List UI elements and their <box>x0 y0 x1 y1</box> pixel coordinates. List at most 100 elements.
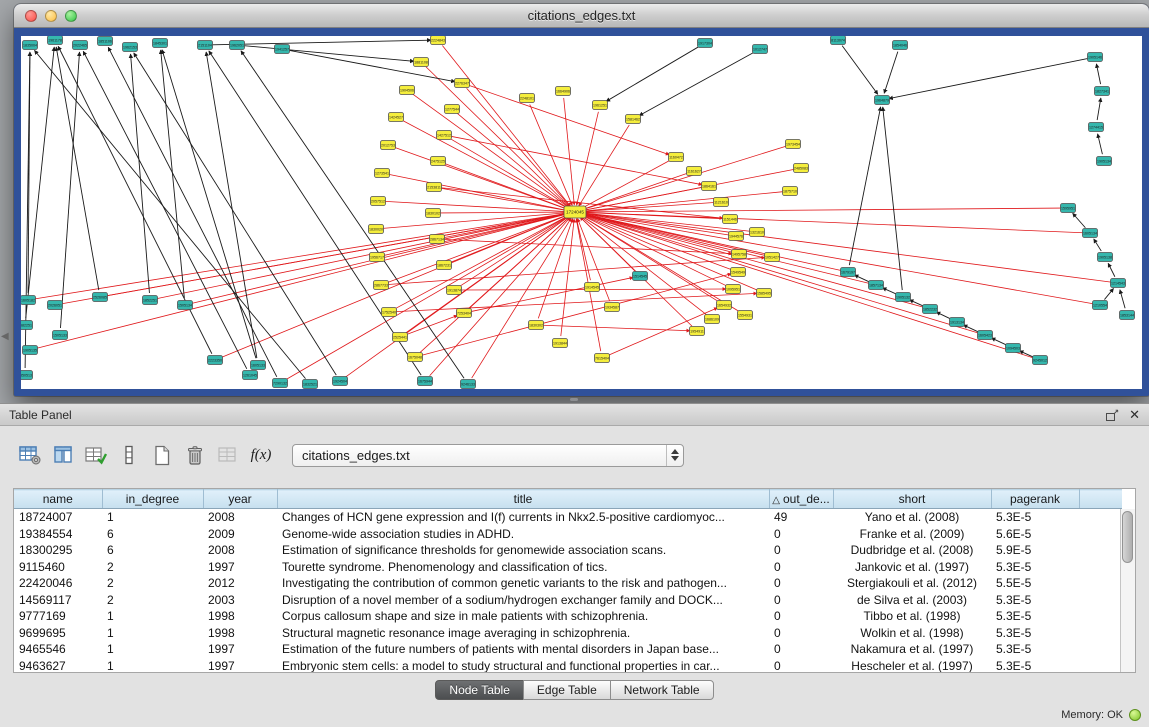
cell-short[interactable]: Nakamura et al. (1997) <box>833 641 991 658</box>
network-node[interactable]: 1273541 <box>375 169 390 178</box>
cell-pagerank[interactable]: 5.6E-5 <box>991 526 1079 543</box>
network-node[interactable]: 1582251 <box>21 321 33 330</box>
network-node[interactable]: 1875710 <box>783 187 798 196</box>
column-header-name[interactable]: name <box>14 490 102 509</box>
float-panel-icon[interactable]: ↗ <box>1106 409 1119 421</box>
function-builder-button[interactable]: f(x) <box>245 440 277 470</box>
network-node[interactable]: 2223350 <box>208 356 223 365</box>
network-node[interactable]: 7615404 <box>595 354 610 363</box>
tab-network-table[interactable]: Network Table <box>610 680 714 700</box>
cell-name[interactable]: 18724007 <box>14 509 102 526</box>
cell-title[interactable]: Structural magnetic resonance image aver… <box>277 625 769 642</box>
cell-out_degree[interactable]: 0 <box>769 592 833 609</box>
cell-short[interactable]: Franke et al. (2009) <box>833 526 991 543</box>
cell-name[interactable]: 22420046 <box>14 575 102 592</box>
cell-out_degree[interactable]: 0 <box>769 608 833 625</box>
network-node[interactable]: 1905135 <box>23 346 38 355</box>
network-node[interactable]: 1854046 <box>893 41 908 50</box>
table-row[interactable]: 946362711997Embryonic stem cells: a mode… <box>14 658 1122 674</box>
cell-in_degree[interactable]: 1 <box>102 608 203 625</box>
cell-in_degree[interactable]: 6 <box>102 542 203 559</box>
network-node[interactable]: 1853144 <box>1120 311 1135 320</box>
table-row[interactable]: 1830029562008Estimation of significance … <box>14 542 1122 559</box>
network-node[interactable]: 1121610 <box>714 198 729 207</box>
close-window-button[interactable] <box>25 10 37 22</box>
network-node[interactable]: 1675944 <box>418 377 433 386</box>
network-node[interactable]: 1913844 <box>553 339 568 348</box>
network-node[interactable]: 1585495 <box>757 289 772 298</box>
cell-short[interactable]: Tibbo et al. (1998) <box>833 608 991 625</box>
network-node[interactable]: 1850513 <box>21 371 33 380</box>
cell-name[interactable]: 9463627 <box>14 658 102 674</box>
cell-name[interactable]: 9465546 <box>14 641 102 658</box>
network-node[interactable]: 2248101 <box>520 94 535 103</box>
network-node[interactable]: 1664906 <box>556 87 571 96</box>
cell-out_degree[interactable]: 0 <box>769 575 833 592</box>
window-titlebar[interactable]: citations_edges.txt <box>14 4 1149 28</box>
network-node[interactable]: 2151104 <box>198 41 213 50</box>
cell-year[interactable]: 1997 <box>203 641 277 658</box>
cell-in_degree[interactable]: 1 <box>102 625 203 642</box>
network-node[interactable]: 2012753 <box>381 141 396 150</box>
cell-year[interactable]: 1998 <box>203 625 277 642</box>
network-node[interactable]: 2867733 <box>374 281 389 290</box>
network-node[interactable]: 1962051 <box>230 41 245 50</box>
cell-title[interactable]: Changes of HCN gene expression and I(f) … <box>277 509 769 526</box>
cell-name[interactable]: 14569117 <box>14 592 102 609</box>
network-node[interactable]: 2525441 <box>393 333 408 342</box>
table-row[interactable]: 911546021997Tourette syndrome. Phenomeno… <box>14 559 1122 576</box>
network-node[interactable]: 1864161 <box>702 182 717 191</box>
cell-in_degree[interactable]: 2 <box>102 559 203 576</box>
table-row[interactable]: 2242004622012Investigating the contribut… <box>14 575 1122 592</box>
network-node[interactable]: 2867134 <box>430 235 445 244</box>
network-node[interactable]: 1675048 <box>408 353 423 362</box>
cell-out_degree[interactable]: 0 <box>769 559 833 576</box>
cell-name[interactable]: 18300295 <box>14 542 102 559</box>
table-scrollbar[interactable] <box>1120 509 1135 672</box>
network-node[interactable]: 1852232 <box>923 305 938 314</box>
cell-year[interactable]: 2012 <box>203 575 277 592</box>
collapse-sidebar-arrow-icon[interactable]: ◀ <box>1 331 9 342</box>
network-node[interactable]: 1905146 <box>1088 53 1103 62</box>
network-node[interactable]: 1954911 <box>690 327 705 336</box>
cell-name[interactable]: 9115460 <box>14 559 102 576</box>
network-node[interactable]: 1605423 <box>978 331 993 340</box>
network-node[interactable]: 1830020 <box>369 225 384 234</box>
cell-pagerank[interactable]: 5.3E-5 <box>991 641 1079 658</box>
network-node[interactable]: 1277544 <box>445 105 460 114</box>
column-header-in_degree[interactable]: in_degree <box>102 490 203 509</box>
network-node[interactable]: 1917304 <box>698 39 713 48</box>
network-node[interactable]: 1686109 <box>705 315 720 324</box>
network-node[interactable]: 1261045 <box>243 371 258 380</box>
network-node[interactable]: 1832521 <box>303 380 318 389</box>
rows-button[interactable] <box>113 440 145 470</box>
network-node[interactable]: 1094503 <box>1006 344 1021 353</box>
network-node[interactable]: 1845301 <box>153 39 168 48</box>
cell-title[interactable]: Estimation of the future numbers of pati… <box>277 641 769 658</box>
network-node[interactable]: 1857134 <box>869 281 884 290</box>
network-node[interactable]: 1973454 <box>786 140 801 149</box>
network-node[interactable]: 1851106 <box>98 37 113 46</box>
network-node[interactable]: 1724045 <box>564 206 586 218</box>
network-canvas[interactable]: 1724045222484318811081904506142452720127… <box>21 36 1142 389</box>
network-node[interactable]: 1514545 <box>633 272 648 281</box>
cell-short[interactable]: Dudbridge et al. (2008) <box>833 542 991 559</box>
cell-in_degree[interactable]: 1 <box>102 641 203 658</box>
network-node[interactable]: 1934587 <box>605 303 620 312</box>
table-row[interactable]: 969969511998Structural magnetic resonanc… <box>14 625 1122 642</box>
network-node[interactable]: 1913134 <box>950 318 965 327</box>
network-node[interactable]: 1605133 <box>251 361 266 370</box>
network-node[interactable]: 2485083 <box>794 164 809 173</box>
network-node[interactable]: 9246133 <box>461 380 476 389</box>
cell-pagerank[interactable]: 5.3E-5 <box>991 509 1079 526</box>
network-node[interactable]: 1095951 <box>726 285 741 294</box>
cell-pagerank[interactable]: 5.3E-5 <box>991 608 1079 625</box>
cell-title[interactable]: Disruption of a novel member of a sodium… <box>277 592 769 609</box>
tab-node-table[interactable]: Node Table <box>435 680 524 700</box>
cell-title[interactable]: Estimation of significance thresholds fo… <box>277 542 769 559</box>
table-row[interactable]: 977716911998Corpus callosum shape and si… <box>14 608 1122 625</box>
splitter-handle[interactable] <box>0 396 1149 403</box>
new-file-button[interactable] <box>146 440 178 470</box>
cell-short[interactable]: de Silva et al. (2003) <box>833 592 991 609</box>
network-node[interactable]: 1881108 <box>414 58 429 67</box>
